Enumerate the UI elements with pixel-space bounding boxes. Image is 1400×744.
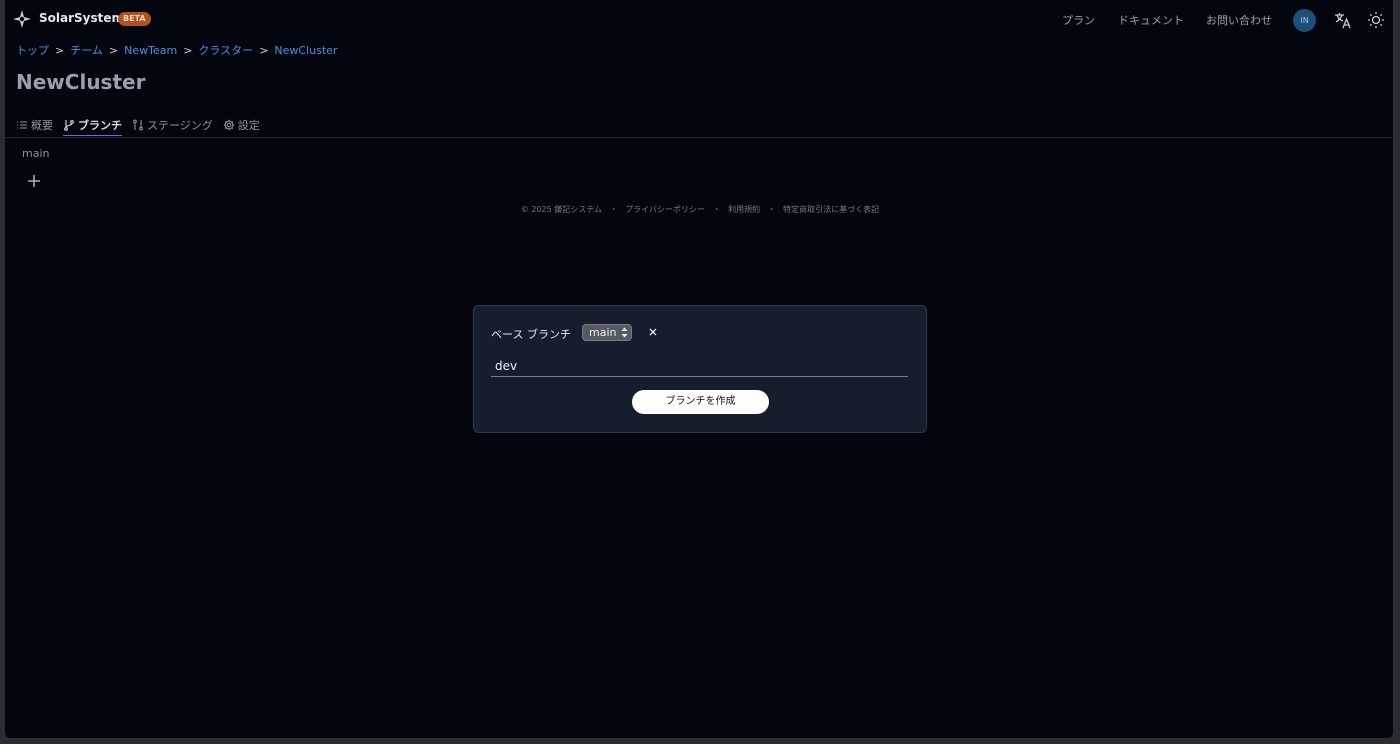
gear-icon (223, 119, 234, 131)
breadcrumb-cluster[interactable]: クラスター (198, 44, 253, 57)
tab-bar: 概要 ブランチ ステージング 設定 (16, 114, 260, 136)
theme-toggle-icon[interactable] (1366, 10, 1386, 30)
brand-name[interactable]: SolarSystem (39, 11, 124, 25)
list-icon (17, 121, 27, 129)
beta-badge: BETA (118, 12, 151, 26)
base-branch-select[interactable]: main (582, 324, 632, 341)
tab-overview[interactable]: 概要 (16, 114, 53, 136)
breadcrumb-top[interactable]: トップ (16, 44, 49, 57)
base-branch-label: ベース ブランチ (491, 328, 571, 341)
nav-docs-link[interactable]: ドキュメント (1118, 12, 1184, 28)
page-title: NewCluster (16, 70, 146, 94)
solar-logo-icon[interactable] (12, 9, 32, 29)
translate-icon[interactable] (1333, 10, 1353, 30)
create-branch-dialog: ベース ブランチ main dev ブランチを作成 (473, 305, 927, 433)
git-compare-icon (133, 119, 143, 131)
breadcrumb: トップ > チーム > NewTeam > クラスター > NewCluster (16, 44, 338, 57)
tabs-divider (5, 137, 1393, 138)
close-icon[interactable] (647, 326, 659, 338)
tab-branches[interactable]: ブランチ (63, 114, 122, 136)
nav-contact-link[interactable]: お問い合わせ (1206, 12, 1272, 28)
footer: © 2025 鎌記システム ・ プライバシーポリシー ・ 利用規約 ・ 特定商取… (520, 205, 880, 214)
add-branch-icon[interactable] (25, 172, 43, 190)
breadcrumb-team[interactable]: チーム (70, 44, 103, 57)
footer-copyright: © 2025 鎌記システム (520, 205, 603, 214)
app-window: SolarSystem BETA プラン ドキュメント お問い合わせ IN トッ… (4, 0, 1394, 739)
footer-privacy-link[interactable]: プライバシーポリシー (625, 205, 705, 214)
breadcrumb-newcluster[interactable]: NewCluster (274, 44, 337, 57)
tab-settings[interactable]: 設定 (223, 114, 260, 136)
nav-plan-link[interactable]: プラン (1062, 12, 1095, 28)
create-branch-button[interactable]: ブランチを作成 (632, 390, 769, 414)
select-arrows-icon (621, 327, 628, 338)
footer-commerce-link[interactable]: 特定商取引法に基づく表記 (783, 205, 879, 214)
user-avatar[interactable]: IN (1293, 9, 1316, 32)
breadcrumb-newteam[interactable]: NewTeam (124, 44, 177, 57)
git-branch-icon (64, 119, 74, 131)
branch-item-main[interactable]: main (22, 147, 49, 160)
footer-terms-link[interactable]: 利用規約 (728, 205, 760, 214)
branch-name-input[interactable]: dev (491, 356, 908, 377)
tab-staging[interactable]: ステージング (132, 114, 213, 136)
